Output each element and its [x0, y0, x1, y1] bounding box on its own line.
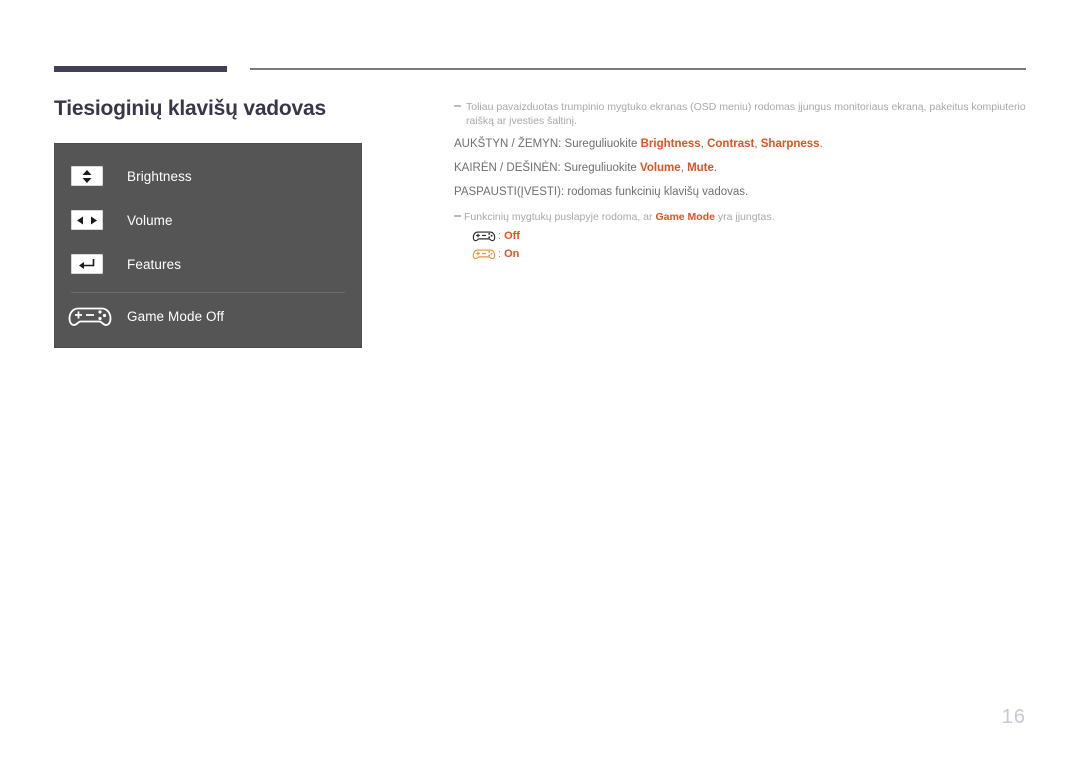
accent-brightness: Brightness	[640, 138, 701, 150]
note-dash-icon	[454, 105, 461, 107]
page-title: Tiesioginių klavišų vadovas	[54, 97, 326, 120]
header-rules	[0, 0, 1080, 80]
accent-mute: Mute	[687, 162, 714, 174]
gamepad-off-icon	[472, 229, 498, 243]
game-mode-state-on: : On	[472, 245, 1026, 263]
instruction-up-down: AUKŠTYN / ŽEMYN: Sureguliuokite Brightne…	[454, 137, 1026, 152]
game-mode-on-label: On	[504, 248, 520, 260]
instruction-left-right-suffix: .	[713, 162, 718, 174]
game-mode-state-list: : Off : On	[454, 227, 1026, 263]
gamepad-icon	[67, 303, 127, 329]
osd-menu-panel: Brightness Volume Features Game Mode Off	[54, 143, 362, 349]
osd-label-features: Features	[127, 256, 182, 272]
note2-dash-icon	[454, 215, 461, 217]
instruction-press-enter: PASPAUSTI(ĮVESTI): rodomas funkcinių kla…	[454, 185, 1026, 200]
accent-volume: Volume	[640, 162, 681, 174]
enter-key-icon	[71, 254, 127, 275]
accent-game-mode: Game Mode	[655, 211, 715, 223]
game-mode-note-after: yra įjungtas.	[714, 211, 775, 223]
osd-row-brightness[interactable]: Brightness	[55, 154, 361, 198]
intro-note-text: Toliau pavaizduotas trumpinio mygtuko ek…	[466, 101, 1026, 127]
osd-panel-bottom-pad	[55, 339, 361, 347]
instruction-press-enter-text: PASPAUSTI(ĮVESTI): rodomas funkcinių kla…	[454, 186, 749, 198]
accent-sharpness: Sharpness	[760, 138, 820, 150]
osd-label-game-mode: Game Mode Off	[127, 308, 225, 324]
game-mode-state-off: : Off	[472, 227, 1026, 245]
osd-label-brightness: Brightness	[127, 168, 192, 184]
header-rule-thick	[54, 66, 227, 72]
gamepad-on-icon	[472, 247, 498, 261]
page-number: 16	[1001, 706, 1026, 728]
up-down-arrows-icon	[71, 166, 127, 187]
accent-contrast: Contrast	[707, 138, 755, 150]
instruction-left-right: KAIRĖN / DEŠINĖN: Sureguliuokite Volume,…	[454, 161, 1026, 176]
osd-row-volume[interactable]: Volume	[55, 198, 361, 242]
left-right-arrows-icon	[71, 210, 127, 231]
left-column: Tiesioginių klavišų vadovas Brightness V…	[54, 96, 434, 349]
instruction-left-right-prefix: KAIRĖN / DEŠINĖN: Sureguliuokite	[454, 162, 640, 174]
right-column: Toliau pavaizduotas trumpinio mygtuko ek…	[454, 100, 1026, 263]
instruction-up-down-suffix: .	[819, 138, 823, 150]
header-rule-thin	[250, 68, 1026, 70]
instruction-up-down-prefix: AUKŠTYN / ŽEMYN: Sureguliuokite	[454, 138, 641, 150]
intro-note: Toliau pavaizduotas trumpinio mygtuko ek…	[454, 100, 1026, 128]
osd-label-volume: Volume	[127, 212, 173, 228]
osd-row-game-mode[interactable]: Game Mode Off	[55, 293, 361, 339]
game-mode-off-label: Off	[504, 230, 520, 242]
osd-row-features[interactable]: Features	[55, 242, 361, 286]
game-mode-note: Funkcinių mygtukų puslapyje rodoma, ar G…	[454, 210, 1026, 224]
game-mode-note-before: Funkcinių mygtukų puslapyje rodoma, ar	[464, 211, 656, 223]
